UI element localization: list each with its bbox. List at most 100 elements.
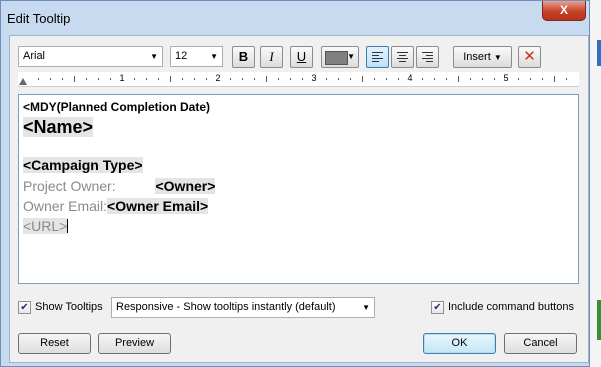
ruler-mark — [446, 78, 447, 80]
ruler-mark — [182, 78, 183, 80]
cancel-button[interactable]: Cancel — [504, 333, 577, 354]
background-window-marker — [597, 40, 601, 66]
ruler-mark — [146, 78, 147, 80]
insert-menu-button[interactable]: Insert ▼ — [453, 46, 512, 68]
font-family-select[interactable]: Arial ▼ — [18, 46, 163, 67]
ruler-mark — [194, 78, 195, 80]
ruler-mark — [374, 78, 375, 80]
preview-button[interactable]: Preview — [98, 333, 171, 354]
font-size-select[interactable]: 12 ▼ — [170, 46, 223, 67]
ruler-mark — [386, 78, 387, 80]
clear-all-button[interactable]: ✕ — [518, 46, 541, 68]
ruler-mark — [170, 76, 171, 82]
ruler-mark — [230, 78, 231, 80]
owner-email-label: Owner Email: — [23, 198, 108, 214]
window-title: Edit Tooltip — [7, 11, 71, 26]
font-family-value: Arial — [23, 50, 46, 62]
tooltip-editor[interactable]: <MDY(Planned Completion Date) <Name> <Ca… — [18, 94, 579, 284]
tooltip-mode-value: Responsive - Show tooltips instantly (de… — [116, 301, 336, 313]
text-caret — [67, 219, 69, 233]
edit-tooltip-dialog: Edit Tooltip X Arial ▼ 12 ▼ B I U ▼ Inse… — [0, 0, 590, 367]
owner-email-field-token: <Owner Email> — [107, 198, 209, 214]
reset-button[interactable]: Reset — [18, 333, 91, 354]
ruler-mark — [350, 78, 351, 80]
ruler-mark — [134, 78, 135, 80]
tooltip-mode-select[interactable]: Responsive - Show tooltips instantly (de… — [111, 297, 375, 318]
chevron-down-icon: ▼ — [150, 52, 158, 61]
ruler-mark — [86, 78, 87, 80]
ok-button[interactable]: OK — [423, 333, 496, 354]
text-color-button[interactable]: ▼ — [321, 46, 359, 68]
editor-line: <MDY(Planned Completion Date) — [23, 100, 210, 114]
chevron-down-icon: ▼ — [210, 52, 218, 61]
ruler-number: 3 — [311, 73, 317, 83]
ruler-mark — [242, 78, 243, 80]
ruler-mark — [482, 78, 483, 80]
ruler-number: 1 — [119, 73, 125, 83]
ruler-mark — [326, 78, 327, 80]
ruler-mark — [362, 76, 363, 82]
show-tooltips-checkbox[interactable]: ✔ — [18, 301, 31, 314]
include-command-buttons-checkbox[interactable]: ✔ — [431, 301, 444, 314]
ruler-mark — [98, 78, 99, 80]
ruler-mark — [38, 78, 39, 80]
align-center-button[interactable] — [391, 46, 414, 68]
ruler-mark — [158, 78, 159, 80]
dialog-body: Arial ▼ 12 ▼ B I U ▼ Insert ▼ ✕ 1 2 3 4 … — [9, 35, 589, 363]
campaign-type-field-token: <Campaign Type> — [23, 157, 143, 173]
ruler-number: 2 — [215, 73, 221, 83]
url-field-token: <URL> — [23, 218, 68, 234]
ruler-mark — [458, 76, 459, 82]
editor-line: <Name> — [23, 117, 94, 138]
ruler-mark — [50, 78, 51, 80]
ruler-mark — [470, 78, 471, 80]
ruler-mark — [74, 76, 75, 82]
editor-line: <URL> — [23, 218, 69, 234]
ruler-number: 5 — [503, 73, 509, 83]
ruler-mark — [422, 78, 423, 80]
chevron-down-icon: ▼ — [347, 52, 355, 61]
insert-label: Insert — [463, 51, 491, 63]
name-field-token: <Name> — [23, 117, 94, 137]
ruler-mark — [266, 76, 267, 82]
ruler-number: 4 — [407, 73, 413, 83]
underline-button[interactable]: U — [290, 46, 313, 68]
ruler-mark — [62, 78, 63, 80]
chevron-down-icon: ▼ — [493, 53, 502, 62]
ruler-mark — [542, 78, 543, 80]
ruler-mark — [302, 78, 303, 80]
date-field-token: <MDY(Planned Completion Date) — [23, 100, 211, 114]
ruler-mark — [518, 78, 519, 80]
editor-line: Owner Email:<Owner Email> — [23, 198, 209, 214]
ruler-mark — [434, 78, 435, 80]
ruler-mark — [290, 78, 291, 80]
include-command-buttons-label: Include command buttons — [448, 301, 574, 313]
ruler-mark — [566, 78, 567, 80]
editor-line: <Campaign Type> — [23, 157, 143, 173]
show-tooltips-label: Show Tooltips — [35, 301, 103, 313]
ruler-mark — [206, 78, 207, 80]
project-owner-label: Project Owner: — [23, 178, 116, 194]
ruler-mark — [110, 78, 111, 80]
ruler-mark — [530, 78, 531, 80]
editor-line: Project Owner: <Owner> — [23, 178, 216, 194]
align-left-icon — [372, 52, 383, 62]
clear-icon: ✕ — [523, 48, 536, 65]
bold-button[interactable]: B — [232, 46, 255, 68]
ruler[interactable]: 1 2 3 4 5 — [18, 72, 579, 87]
align-left-button[interactable] — [366, 46, 389, 68]
close-button[interactable]: X — [542, 1, 586, 21]
background-window-marker — [597, 300, 601, 340]
italic-button[interactable]: I — [260, 46, 283, 68]
title-bar[interactable]: Edit Tooltip X — [1, 1, 589, 35]
ruler-mark — [278, 78, 279, 80]
color-swatch — [325, 51, 348, 65]
owner-field-token: <Owner> — [155, 178, 216, 194]
ruler-mark — [554, 76, 555, 82]
ruler-mark — [338, 78, 339, 80]
align-center-icon — [397, 52, 408, 62]
ruler-mark — [398, 78, 399, 80]
indent-marker[interactable] — [19, 78, 27, 85]
align-right-button[interactable] — [416, 46, 439, 68]
ruler-mark — [254, 78, 255, 80]
